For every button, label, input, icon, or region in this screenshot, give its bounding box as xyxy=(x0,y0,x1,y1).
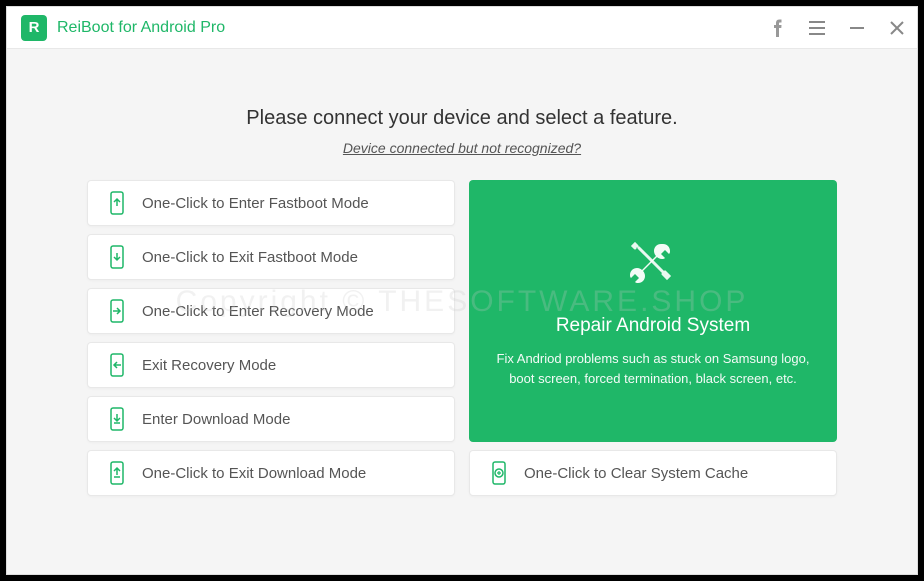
app-logo-icon: R xyxy=(21,15,47,41)
main-content: Copyright © THESOFTWARE.SHOP Please conn… xyxy=(7,49,917,574)
titlebar: R ReiBoot for Android Pro xyxy=(7,7,917,49)
phone-recovery-in-icon xyxy=(106,300,128,322)
clear-cache-button[interactable]: One-Click to Clear System Cache xyxy=(469,450,837,496)
device-not-recognized-link[interactable]: Device connected but not recognized? xyxy=(343,140,581,156)
enter-fastboot-button[interactable]: One-Click to Enter Fastboot Mode xyxy=(87,180,455,226)
phone-down-icon xyxy=(106,246,128,268)
repair-title: Repair Android System xyxy=(556,315,750,337)
option-label: One-Click to Clear System Cache xyxy=(524,465,748,482)
phone-download-in-icon xyxy=(106,408,128,430)
option-label: One-Click to Enter Recovery Mode xyxy=(142,303,374,320)
page-heading: Please connect your device and select a … xyxy=(246,107,677,130)
phone-up-icon xyxy=(106,192,128,214)
minimize-icon xyxy=(850,21,864,35)
option-label: One-Click to Exit Fastboot Mode xyxy=(142,249,358,266)
phone-cache-icon xyxy=(488,462,510,484)
right-column: Repair Android System Fix Andriod proble… xyxy=(469,180,837,496)
tools-icon xyxy=(625,234,681,295)
enter-recovery-button[interactable]: One-Click to Enter Recovery Mode xyxy=(87,288,455,334)
exit-download-button[interactable]: One-Click to Exit Download Mode xyxy=(87,450,455,496)
app-window: R ReiBoot for Android Pro Copyright © TH… xyxy=(6,6,918,575)
repair-description: Fix Andriod problems such as stuck on Sa… xyxy=(493,349,813,388)
exit-recovery-button[interactable]: Exit Recovery Mode xyxy=(87,342,455,388)
option-label: One-Click to Exit Download Mode xyxy=(142,465,366,482)
option-label: One-Click to Enter Fastboot Mode xyxy=(142,195,369,212)
app-title: ReiBoot for Android Pro xyxy=(57,19,757,37)
option-label: Enter Download Mode xyxy=(142,411,290,428)
minimize-button[interactable] xyxy=(837,7,877,49)
left-column: One-Click to Enter Fastboot Mode One-Cli… xyxy=(87,180,455,496)
feature-grid: One-Click to Enter Fastboot Mode One-Cli… xyxy=(87,180,837,496)
facebook-button[interactable] xyxy=(757,7,797,49)
option-label: Exit Recovery Mode xyxy=(142,357,276,374)
phone-download-out-icon xyxy=(106,462,128,484)
menu-button[interactable] xyxy=(797,7,837,49)
phone-recovery-out-icon xyxy=(106,354,128,376)
facebook-icon xyxy=(772,19,783,37)
hamburger-icon xyxy=(809,21,825,35)
exit-fastboot-button[interactable]: One-Click to Exit Fastboot Mode xyxy=(87,234,455,280)
repair-system-card[interactable]: Repair Android System Fix Andriod proble… xyxy=(469,180,837,442)
logo-letter: R xyxy=(29,19,40,36)
close-button[interactable] xyxy=(877,7,917,49)
close-icon xyxy=(890,21,904,35)
enter-download-button[interactable]: Enter Download Mode xyxy=(87,396,455,442)
titlebar-controls xyxy=(757,7,917,49)
